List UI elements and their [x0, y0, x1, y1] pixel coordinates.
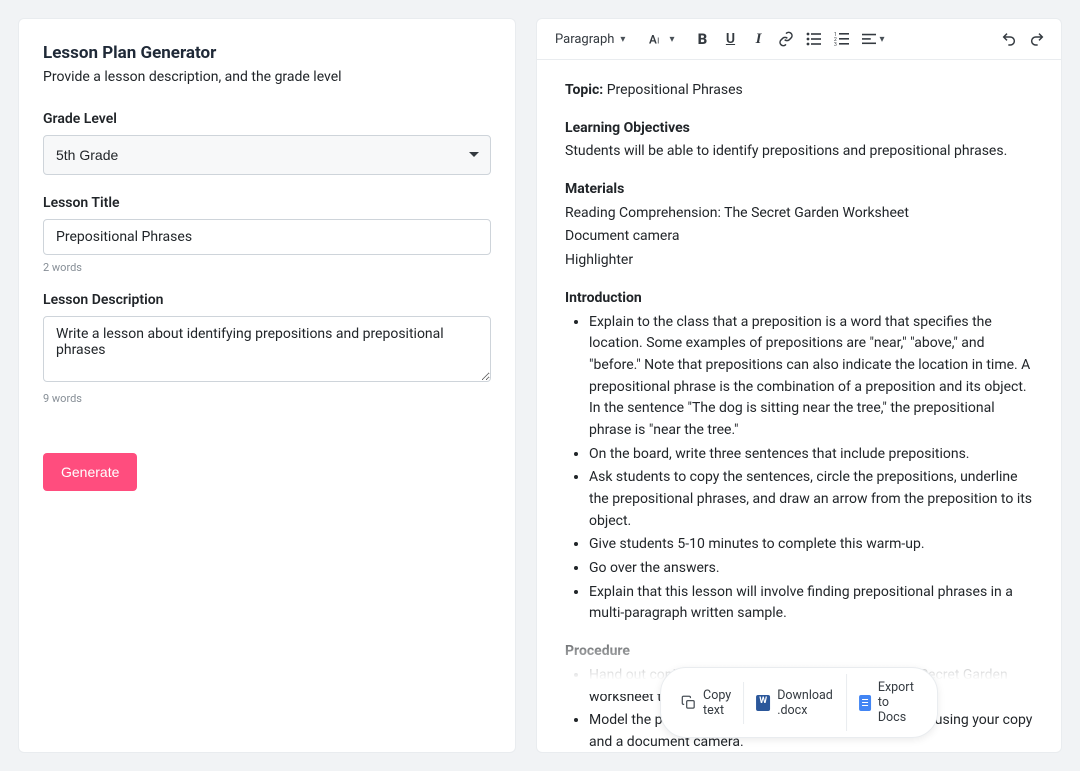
lesson-title-input[interactable] — [43, 219, 491, 255]
paragraph-style-dropdown[interactable]: Paragraph▾ — [549, 32, 631, 47]
list-item: Explain that this lesson will involve fi… — [589, 582, 1033, 625]
title-word-count: 2 words — [43, 261, 491, 274]
editor-panel: Paragraph▾ AI▾ B U I 123 ▾ — [536, 18, 1062, 753]
list-item: Give students 5-10 minutes to complete t… — [589, 534, 1033, 556]
materials-heading: Materials — [565, 179, 1033, 201]
desc-word-count: 9 words — [43, 392, 491, 405]
topic-value: Prepositional Phrases — [607, 82, 743, 98]
grade-label: Grade Level — [43, 111, 491, 127]
svg-text:3: 3 — [834, 42, 837, 47]
list-item: Go over the answers. — [589, 558, 1033, 580]
objectives-heading: Learning Objectives — [565, 118, 1033, 140]
copy-icon — [681, 694, 696, 711]
materials-line: Highlighter — [565, 250, 1033, 272]
topic-label: Topic: — [565, 82, 603, 98]
editor-content[interactable]: Topic: Prepositional Phrases Learning Ob… — [537, 60, 1061, 752]
lesson-title-label: Lesson Title — [43, 195, 491, 211]
underline-button[interactable]: U — [718, 27, 742, 51]
svg-text:I: I — [658, 36, 660, 46]
numbered-list-button[interactable]: 123 — [830, 27, 854, 51]
lesson-desc-label: Lesson Description — [43, 292, 491, 308]
redo-button[interactable] — [1025, 27, 1049, 51]
intro-list: Explain to the class that a preposition … — [565, 312, 1033, 626]
page-title: Lesson Plan Generator — [43, 43, 491, 63]
undo-button[interactable] — [997, 27, 1021, 51]
list-item: Ask students to copy the sentences, circ… — [589, 467, 1033, 532]
lesson-desc-textarea[interactable]: Write a lesson about identifying preposi… — [43, 316, 491, 382]
export-docs-button[interactable]: Export to Docs — [846, 674, 929, 731]
download-docx-button[interactable]: Download .docx — [743, 682, 846, 724]
google-docs-icon — [859, 694, 871, 711]
procedure-heading: Procedure — [565, 641, 1033, 663]
font-size-dropdown[interactable]: AI▾ — [645, 27, 678, 51]
copy-text-button[interactable]: Copy text — [669, 682, 743, 724]
objectives-text: Students will be able to identify prepos… — [565, 141, 1033, 163]
materials-line: Document camera — [565, 226, 1033, 248]
generate-button[interactable]: Generate — [43, 453, 137, 491]
list-item: On the board, write three sentences that… — [589, 444, 1033, 466]
form-panel: Lesson Plan Generator Provide a lesson d… — [18, 18, 516, 753]
align-dropdown[interactable]: ▾ — [858, 27, 888, 51]
grade-select[interactable]: 5th Grade — [43, 135, 491, 175]
bold-button[interactable]: B — [690, 27, 714, 51]
list-item: Explain to the class that a preposition … — [589, 312, 1033, 442]
action-bar: Copy text Download .docx Export to Docs — [660, 667, 938, 738]
word-icon — [756, 694, 770, 711]
svg-text:A: A — [649, 33, 657, 47]
editor-toolbar: Paragraph▾ AI▾ B U I 123 ▾ — [537, 19, 1061, 60]
italic-button[interactable]: I — [746, 27, 770, 51]
bullet-list-button[interactable] — [802, 27, 826, 51]
page-subtitle: Provide a lesson description, and the gr… — [43, 69, 491, 85]
intro-heading: Introduction — [565, 288, 1033, 310]
link-button[interactable] — [774, 27, 798, 51]
materials-line: Reading Comprehension: The Secret Garden… — [565, 203, 1033, 225]
